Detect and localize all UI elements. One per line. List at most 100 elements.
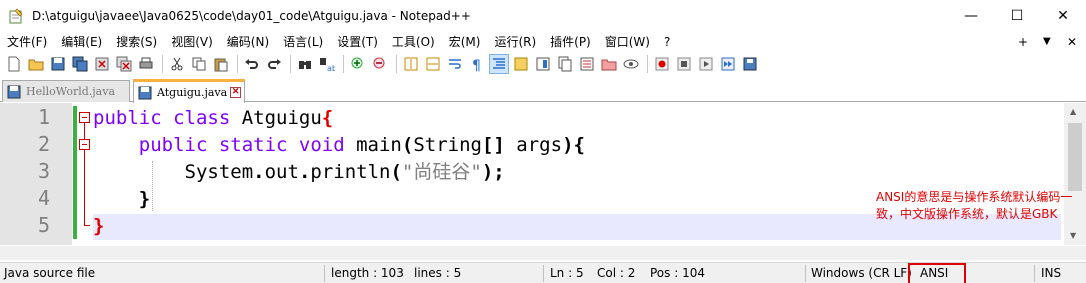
- open-folder-icon: [28, 59, 44, 71]
- scroll-down-icon[interactable]: ▼: [1070, 231, 1076, 240]
- find-button[interactable]: [295, 54, 315, 74]
- status-position: Pos : 104: [650, 266, 705, 280]
- word-wrap-button[interactable]: [445, 54, 465, 74]
- copy-button[interactable]: [189, 54, 209, 74]
- indent-guide-icon: [493, 58, 505, 69]
- new-tab-plus[interactable]: +: [1018, 32, 1028, 52]
- line-number: 1: [37, 105, 50, 129]
- sync-vertical-button[interactable]: [401, 54, 421, 74]
- menu-run[interactable]: 运行(R): [487, 32, 543, 52]
- tab-close-icon[interactable]: ✕: [230, 87, 242, 98]
- tab-helloworld[interactable]: HelloWorld.java: [2, 80, 130, 102]
- status-column: Col : 2: [597, 266, 636, 280]
- menu-tools[interactable]: 工具(O): [385, 32, 442, 52]
- menu-settings[interactable]: 设置(T): [330, 32, 385, 52]
- record-icon: [655, 57, 669, 71]
- play-macro-button[interactable]: [696, 54, 716, 74]
- document-tab-bar: HelloWorld.java Atguigu.java ✕: [0, 78, 1086, 103]
- maximize-button[interactable]: ☐: [994, 0, 1040, 32]
- window-title: D:\atguigu\javaee\Java0625\code\day01_co…: [32, 9, 471, 23]
- close-file-icon: [95, 57, 109, 71]
- zoom-out-icon: [373, 57, 385, 69]
- doc-list-icon: [558, 56, 572, 72]
- close-window-button[interactable]: ✕: [1040, 0, 1086, 32]
- menu-plugins[interactable]: 插件(P): [543, 32, 598, 52]
- line-number: 3: [37, 159, 50, 183]
- title-bar: D:\atguigu\javaee\Java0625\code\day01_co…: [0, 0, 1086, 32]
- open-file-button[interactable]: [26, 54, 46, 74]
- code-line-2: public static void main(String[] args){: [93, 132, 585, 158]
- doc-list-button[interactable]: [555, 54, 575, 74]
- user-language-button[interactable]: [511, 54, 531, 74]
- undo-button[interactable]: [242, 54, 262, 74]
- status-line-number: Ln : 5: [550, 266, 584, 280]
- menu-help[interactable]: ?: [657, 32, 677, 52]
- run-macro-multiple-button[interactable]: [718, 54, 738, 74]
- line-number: 2: [37, 132, 50, 156]
- save-button[interactable]: [48, 54, 68, 74]
- replace-button[interactable]: ab: [317, 54, 337, 74]
- menu-encoding[interactable]: 编码(N): [220, 32, 276, 52]
- status-eol[interactable]: Windows (CR LF): [811, 266, 912, 280]
- fold-toggle-icon[interactable]: [79, 112, 90, 123]
- copy-icon: [192, 57, 206, 71]
- line-number: 5: [37, 213, 50, 237]
- record-macro-button[interactable]: [652, 54, 672, 74]
- zoom-in-button[interactable]: [348, 54, 368, 74]
- code-token: []: [481, 134, 505, 156]
- folder-workspace-button[interactable]: [599, 54, 619, 74]
- binoculars-icon: [299, 61, 311, 69]
- sync-horizontal-button[interactable]: [423, 54, 443, 74]
- vertical-scrollbar[interactable]: ▲ ▼: [1064, 103, 1086, 245]
- zoom-out-button[interactable]: [370, 54, 390, 74]
- scrollbar-thumb[interactable]: [1068, 123, 1082, 191]
- code-token: "尚硅谷": [401, 161, 482, 183]
- function-list-button[interactable]: [577, 54, 597, 74]
- redo-button[interactable]: [264, 54, 284, 74]
- toolbar: ab ¶: [0, 52, 1086, 76]
- tab-atguigu[interactable]: Atguigu.java ✕: [133, 79, 245, 103]
- fold-line: [84, 123, 85, 139]
- menu-macro[interactable]: 宏(M): [442, 32, 488, 52]
- show-all-chars-button[interactable]: ¶: [467, 54, 487, 74]
- minimize-button[interactable]: —: [948, 0, 994, 32]
- new-file-button[interactable]: [4, 54, 24, 74]
- indent-guide-button[interactable]: [489, 54, 509, 74]
- fold-toggle-icon[interactable]: [79, 139, 90, 150]
- menu-bar: 文件(F) 编辑(E) 搜索(S) 视图(V) 编码(N) 语言(L) 设置(T…: [0, 32, 1086, 52]
- close-document-button[interactable]: ✕: [1067, 32, 1077, 52]
- doc-map-button[interactable]: [533, 54, 553, 74]
- save-macro-button[interactable]: [740, 54, 760, 74]
- code-token: {: [321, 107, 334, 129]
- cut-button[interactable]: [167, 54, 187, 74]
- encoding-highlight-box: [908, 263, 966, 283]
- scroll-up-icon[interactable]: ▲: [1070, 107, 1076, 116]
- monitoring-button[interactable]: [621, 54, 641, 74]
- pilcrow-icon: ¶: [472, 58, 481, 72]
- save-macro-icon: [743, 57, 757, 71]
- close-button[interactable]: [92, 54, 112, 74]
- tab-list-dropdown[interactable]: ▼: [1043, 32, 1051, 52]
- menu-edit[interactable]: 编辑(E): [54, 32, 109, 52]
- close-all-button[interactable]: [114, 54, 134, 74]
- zoom-in-icon: [351, 57, 363, 69]
- print-button[interactable]: [136, 54, 156, 74]
- editor-area[interactable]: 1 2 3 4 5 public class Atguigu{ public s…: [0, 103, 1086, 258]
- print-icon: [139, 57, 153, 69]
- word-wrap-icon: [449, 59, 461, 69]
- toolbar-separator: [343, 55, 344, 73]
- horizontal-scrollbar[interactable]: [0, 246, 1086, 260]
- stop-macro-button[interactable]: [674, 54, 694, 74]
- paste-button[interactable]: [211, 54, 231, 74]
- menu-language[interactable]: 语言(L): [276, 32, 330, 52]
- code-line-3: System.out.println("尚硅谷");: [93, 159, 505, 185]
- menu-file[interactable]: 文件(F): [0, 32, 54, 52]
- status-insert-mode: INS: [1041, 266, 1062, 280]
- svg-text:ab: ab: [327, 64, 335, 72]
- line-number: 4: [37, 186, 50, 210]
- menu-search[interactable]: 搜索(S): [109, 32, 164, 52]
- menu-window[interactable]: 窗口(W): [598, 32, 657, 52]
- save-all-button[interactable]: [70, 54, 90, 74]
- menu-view[interactable]: 视图(V): [164, 32, 220, 52]
